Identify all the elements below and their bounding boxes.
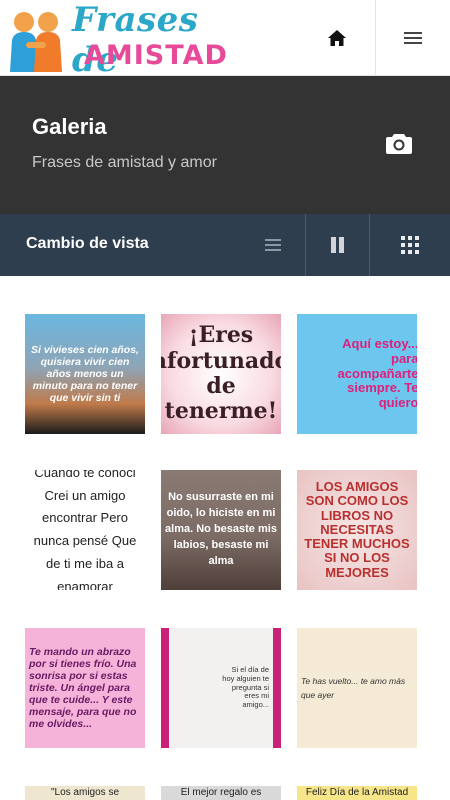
image-caption: "Los amigos se xyxy=(50,787,120,799)
image-gallery: Si vivieses cien años, quisiera vivir ci… xyxy=(0,276,450,800)
image-caption: Aquí estoy... para acompañarte siempre. … xyxy=(337,335,417,411)
list-view-button[interactable] xyxy=(242,214,304,276)
gallery-image[interactable]: ¡Eres afortunado de tenerme! xyxy=(161,314,281,434)
gallery-image[interactable]: Te mando un abrazo por si tienes frío. U… xyxy=(25,628,145,748)
columns-view-icon xyxy=(330,237,344,253)
columns-view-button[interactable] xyxy=(305,214,368,276)
menu-button[interactable] xyxy=(375,0,450,76)
logo-title-line2: AMISTAD xyxy=(84,40,228,71)
camera-icon[interactable] xyxy=(386,132,412,154)
gallery-header: Galeria Frases de amistad y amor xyxy=(0,76,450,214)
gallery-image[interactable]: LOS AMIGOS SON COMO LOS LIBROS NO NECESI… xyxy=(297,470,417,590)
image-caption: Cuando te conoci Crei un amigo encontrar… xyxy=(33,470,137,590)
top-bar: Frases de AMISTAD xyxy=(0,0,450,80)
image-caption: Si el día de hoy alguien te pregunta si … xyxy=(222,665,269,709)
image-caption: Te has vuelto... te amo más que ayer xyxy=(301,675,406,700)
page-subtitle: Frases de amistad y amor xyxy=(32,154,217,171)
image-caption: LOS AMIGOS SON COMO LOS LIBROS NO NECESI… xyxy=(304,478,410,580)
grid-view-button[interactable] xyxy=(369,214,450,276)
gallery-image[interactable]: Si el día de hoy alguien te pregunta si … xyxy=(161,628,281,748)
view-switch-bar: Cambio de vista xyxy=(0,214,450,276)
image-caption: Feliz Día de la Amistad xyxy=(305,787,409,799)
image-caption: El mejor regalo es xyxy=(180,787,262,799)
gallery-image[interactable]: Te has vuelto... te amo más que ayer xyxy=(297,628,417,748)
grid-view-icon xyxy=(401,236,419,254)
page-title: Galeria xyxy=(32,114,107,139)
gallery-image[interactable]: El mejor regalo es xyxy=(161,786,281,800)
home-icon xyxy=(328,30,346,46)
image-caption: Si vivieses cien años, quisiera vivir ci… xyxy=(31,343,139,405)
gallery-image[interactable]: Cuando te conoci Crei un amigo encontrar… xyxy=(25,470,145,590)
friends-logo-icon xyxy=(10,12,62,72)
image-caption: Te mando un abrazo por si tienes frío. U… xyxy=(29,645,137,731)
gallery-image[interactable]: No susurraste en mi oido, lo hiciste en … xyxy=(161,470,281,590)
image-caption: ¡Eres afortunado de tenerme! xyxy=(161,322,281,425)
gallery-image[interactable]: "Los amigos se xyxy=(25,786,145,800)
view-switch-label: Cambio de vista xyxy=(26,235,149,252)
home-button[interactable] xyxy=(300,0,374,76)
site-logo[interactable]: Frases de AMISTAD xyxy=(0,0,228,80)
hamburger-menu-icon xyxy=(404,29,422,47)
gallery-image[interactable]: Feliz Día de la Amistad xyxy=(297,786,417,800)
list-view-icon xyxy=(265,236,281,254)
gallery-image[interactable]: Si vivieses cien años, quisiera vivir ci… xyxy=(25,314,145,434)
image-caption: No susurraste en mi oido, lo hiciste en … xyxy=(165,491,277,567)
gallery-image[interactable]: Aquí estoy... para acompañarte siempre. … xyxy=(297,314,417,434)
